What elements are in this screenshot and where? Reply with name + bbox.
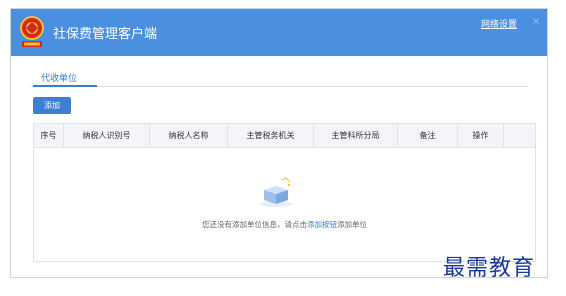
empty-state-message: 您还没有添加单位信息，请点击添加按钮添加单位 (34, 219, 535, 230)
tax-emblem-icon (20, 16, 44, 47)
column-header-taxpayer-name: 纳税人名称 (150, 124, 228, 148)
app-window: 社保费管理客户端 网络设置 × 代收单位 添加 序号 纳税人识别号 纳税人名称 … (10, 8, 548, 278)
empty-box-icon (260, 177, 292, 207)
tab-collection-units[interactable]: 代收单位 (41, 71, 77, 84)
empty-state-add-link[interactable]: 添加按钮 (307, 220, 337, 229)
column-header-taxpayer-id: 纳税人识别号 (64, 124, 150, 148)
empty-state-suffix: 添加单位 (337, 220, 367, 229)
column-header-branch-office: 主管科所分局 (314, 124, 398, 148)
table-header: 序号 纳税人识别号 纳税人名称 主管税务机关 主管科所分局 备注 操作 (34, 124, 535, 148)
column-header-tax-authority: 主管税务机关 (228, 124, 314, 148)
close-icon[interactable]: × (532, 16, 540, 27)
tab-divider (31, 86, 527, 87)
empty-state-prefix: 您还没有添加单位信息，请点击 (202, 220, 307, 229)
units-table: 序号 纳税人识别号 纳税人名称 主管税务机关 主管科所分局 备注 操作 您还没有… (33, 123, 536, 262)
column-header-index: 序号 (34, 124, 64, 148)
column-header-actions: 操作 (458, 124, 504, 148)
network-settings-link[interactable]: 网络设置 (481, 17, 517, 30)
watermark-logo: 最需教育 (443, 256, 536, 281)
column-header-remarks: 备注 (398, 124, 458, 148)
title-bar: 社保费管理客户端 网络设置 × (11, 9, 547, 56)
add-button[interactable]: 添加 (33, 97, 71, 114)
active-tab-indicator (33, 85, 97, 87)
app-title: 社保费管理客户端 (53, 27, 158, 42)
